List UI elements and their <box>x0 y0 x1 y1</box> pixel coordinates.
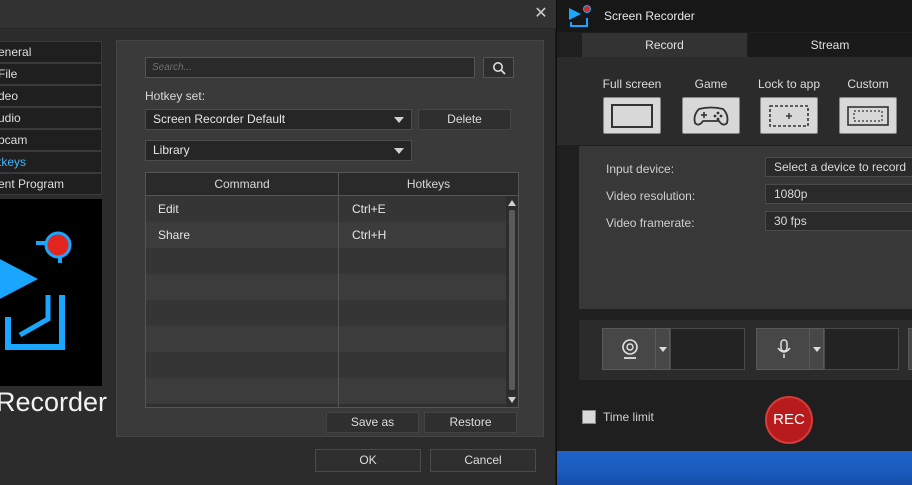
video-resolution-label: Video resolution: <box>606 189 696 203</box>
column-header-command[interactable]: Command <box>146 173 338 195</box>
mode-label-full-screen: Full screen <box>602 77 662 91</box>
hotkey-set-dropdown[interactable]: Screen Recorder Default <box>145 109 412 130</box>
restore-button[interactable]: Restore <box>424 412 517 433</box>
lock-to-app-icon <box>769 104 809 127</box>
table-row <box>146 248 506 274</box>
system-audio-button[interactable] <box>908 328 912 370</box>
recorder-title: Screen Recorder <box>604 9 695 23</box>
product-logo <box>0 199 102 386</box>
nav-item-webcam[interactable]: bcam <box>0 129 102 151</box>
category-dropdown[interactable]: Library <box>145 140 412 161</box>
mode-label-game: Game <box>694 77 728 91</box>
brand-name: Recorder <box>0 387 108 417</box>
nav-item-audio[interactable]: udio <box>0 107 102 129</box>
video-framerate-label: Video framerate: <box>606 216 695 230</box>
chevron-down-icon <box>394 117 404 123</box>
video-framerate-select[interactable]: 30 fps <box>765 211 912 231</box>
command-cell: Share <box>158 228 191 242</box>
chevron-down-icon <box>394 148 404 154</box>
recorder-title-bar: Screen Recorder <box>557 0 912 32</box>
hotkey-set-value: Screen Recorder Default <box>153 112 286 126</box>
table-row <box>146 326 506 352</box>
desktop-background <box>557 451 912 485</box>
mode-label-lock-to-app: Lock to app <box>757 77 821 91</box>
scroll-up-icon[interactable] <box>508 200 516 206</box>
lock-to-app-button[interactable] <box>760 97 818 134</box>
nav-item-hotkeys[interactable]: tkeys <box>0 151 102 173</box>
recorder-tabs: Record Stream <box>582 33 912 57</box>
nav-item-event-program[interactable]: ent Program <box>0 173 102 195</box>
fullscreen-icon <box>611 103 653 128</box>
settings-nav: eneral File deo udio bcam tkeys ent Prog… <box>0 41 102 195</box>
dialog-title-bar: ✕ <box>0 0 556 29</box>
table-header: Command Hotkeys <box>146 173 518 196</box>
webcam-icon <box>622 339 638 359</box>
category-value: Library <box>153 143 190 157</box>
table-row[interactable]: Share Ctrl+H <box>146 222 506 248</box>
webcam-options-button[interactable] <box>655 328 670 370</box>
table-row <box>146 300 506 326</box>
microphone-button[interactable] <box>756 328 812 370</box>
game-button[interactable] <box>682 97 740 134</box>
column-divider <box>338 173 339 407</box>
search-input[interactable]: Search... <box>145 57 475 78</box>
search-icon <box>492 61 506 75</box>
delete-button[interactable]: Delete <box>418 109 511 130</box>
scroll-thumb[interactable] <box>509 210 515 390</box>
recording-settings: Input device: Select a device to record … <box>579 146 912 309</box>
recorder-logo-icon <box>0 231 72 350</box>
time-limit-checkbox[interactable] <box>582 410 596 424</box>
screen: ✕ eneral File deo udio bcam tkeys ent Pr… <box>0 0 912 485</box>
cancel-button[interactable]: Cancel <box>430 449 536 472</box>
input-device-select[interactable]: Select a device to record <box>765 157 912 177</box>
microphone-icon <box>777 339 791 358</box>
column-header-hotkeys[interactable]: Hotkeys <box>339 173 518 195</box>
full-screen-button[interactable] <box>603 97 661 134</box>
custom-button[interactable] <box>839 97 897 134</box>
gamepad-icon <box>693 106 729 125</box>
webcam-preview <box>670 328 745 370</box>
record-button[interactable]: REC <box>765 396 813 444</box>
tab-stream[interactable]: Stream <box>748 33 912 57</box>
nav-item-video[interactable]: deo <box>0 85 102 107</box>
recorder-app-icon <box>569 5 591 27</box>
scroll-down-icon[interactable] <box>508 397 516 403</box>
save-as-button[interactable]: Save as <box>326 412 419 433</box>
ok-button[interactable]: OK <box>315 449 421 472</box>
table-scrollbar[interactable] <box>506 196 518 407</box>
microphone-level <box>824 328 899 370</box>
hotkey-cell: Ctrl+E <box>352 202 386 216</box>
table-row <box>146 352 506 378</box>
time-limit-label: Time limit <box>603 410 654 424</box>
input-device-label: Input device: <box>606 162 675 176</box>
hotkeys-table: Edit Ctrl+E Share Ctrl+H Command Hotkeys <box>145 172 519 408</box>
table-row <box>146 378 506 404</box>
settings-dialog: ✕ eneral File deo udio bcam tkeys ent Pr… <box>0 0 556 485</box>
webcam-button[interactable] <box>602 328 658 370</box>
nav-item-general[interactable]: eneral <box>0 41 102 63</box>
hotkey-cell: Ctrl+H <box>352 228 387 242</box>
search-button[interactable] <box>483 57 514 78</box>
command-cell: Edit <box>158 202 179 216</box>
capture-modes: Full screen Game Lock to app Custom <box>557 57 912 145</box>
screen-recorder-window: Screen Recorder Record Stream Full scree… <box>557 0 912 485</box>
device-controls <box>579 320 912 380</box>
microphone-options-button[interactable] <box>809 328 824 370</box>
close-icon[interactable]: ✕ <box>532 5 550 23</box>
hotkey-set-label: Hotkey set: <box>145 89 206 103</box>
nav-item-file[interactable]: File <box>0 63 102 85</box>
table-row[interactable]: Edit Ctrl+E <box>146 196 506 222</box>
mode-label-custom: Custom <box>847 77 889 91</box>
tab-record[interactable]: Record <box>582 33 747 57</box>
video-resolution-select[interactable]: 1080p <box>765 184 912 204</box>
custom-region-icon <box>847 105 889 126</box>
table-row <box>146 274 506 300</box>
